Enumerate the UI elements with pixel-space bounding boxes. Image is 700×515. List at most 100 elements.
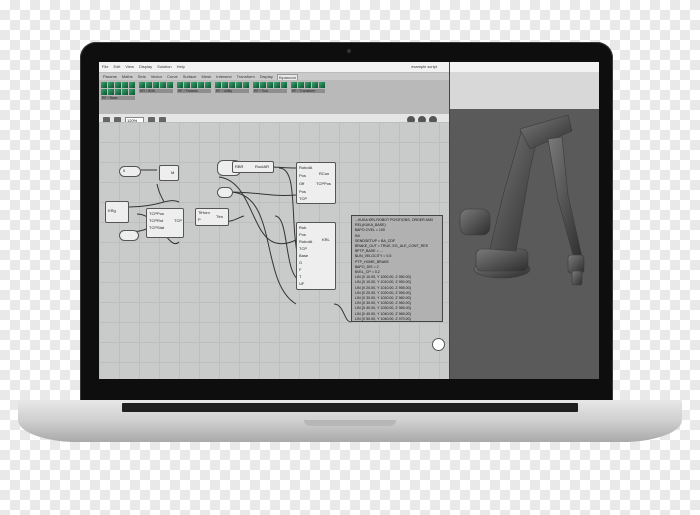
krl-output-panel[interactable]: ...KUKA KRL ROBOT POSITIONS, ORDER AND R… (351, 215, 443, 322)
ribbon-group-base: RF / Base (101, 82, 135, 112)
laptop-screen: File Edit View Display Solution Help exa… (99, 62, 599, 379)
port-ttm-out: Ttm (216, 214, 223, 219)
number-slider[interactable]: 0 (119, 166, 141, 177)
ribbon-label: RF / Utility (215, 89, 249, 93)
robot-forearm (547, 136, 583, 260)
grasshopper-window: File Edit View Display Solution Help exa… (99, 62, 450, 379)
menu-display[interactable]: Display (139, 64, 152, 69)
port-tcp-out: TCP (174, 218, 182, 223)
ribbon-group-ik: KR / IK/IK (139, 82, 173, 112)
ribbon-label: RF / Transform (291, 89, 325, 93)
tab-vector[interactable]: Vector (150, 74, 163, 79)
lid-notch (304, 420, 396, 426)
port-rob: Rob (299, 225, 307, 230)
component-krg[interactable]: KRg (105, 201, 129, 223)
tab-sets[interactable]: Sets (137, 74, 147, 79)
port-tcp-2: TCP (299, 246, 307, 251)
ribbon-group-transform: RF / Transform (291, 82, 325, 112)
robot-tool (571, 270, 583, 286)
port-pos: Pos (299, 173, 306, 178)
port-rcon: RCon (319, 171, 330, 176)
ribbon-group-tool: RF / Tool (253, 82, 287, 112)
robot-arm-model (459, 114, 585, 286)
ribbon-icons[interactable] (177, 82, 211, 88)
tab-params[interactable]: Params (102, 74, 118, 79)
port-pos-2: Pos (299, 189, 306, 194)
port-tcprot: TCPRot (149, 218, 164, 223)
menu-file[interactable]: File (102, 64, 108, 69)
panel-line: LIN {X 50.00, Y 1040.00, Z 970.00} (355, 316, 411, 321)
tab-display[interactable]: Display (259, 74, 274, 79)
port-tihorn: TiHorn (198, 210, 210, 215)
tab-kiparoom[interactable]: Kiparoom (276, 73, 298, 80)
port-pos-3: Pos (299, 232, 306, 237)
ribbon-icons[interactable] (215, 82, 249, 88)
webcam-icon (347, 49, 351, 53)
component-tabs: Params Maths Sets Vector Curve Surface M… (99, 73, 449, 80)
component-robot[interactable]: RobotA Pos Off Pos TCP RCon TCPPos (296, 162, 336, 204)
menu-help[interactable]: Help (177, 64, 185, 69)
port-robota-2: RobotA (299, 239, 313, 244)
ribbon-icons[interactable] (291, 82, 325, 88)
port-f: F (299, 267, 302, 272)
tab-surface[interactable]: Surface (182, 74, 198, 79)
port-uf: UF (299, 281, 305, 286)
viewport-toolbar (450, 72, 599, 109)
ribbon-label: KR / IK/IK (139, 89, 173, 93)
robot-turret (475, 248, 529, 272)
component-krg-label: KRg (108, 208, 116, 213)
port-p: P (198, 217, 201, 222)
robot-upper-arm (519, 114, 573, 150)
port-routar: RoutAR (255, 164, 270, 169)
slider-value: 0 (123, 168, 126, 173)
menu-edit[interactable]: Edit (113, 64, 120, 69)
window-title: example script (411, 64, 437, 69)
robot-wrist (567, 254, 585, 274)
viewport-titlebar (450, 62, 599, 72)
port-robota: RobotA (299, 165, 313, 170)
ribbon-group-utility: RF / Utility (215, 82, 249, 112)
tab-curve[interactable]: Curve (166, 74, 179, 79)
menu-view[interactable]: View (125, 64, 134, 69)
wire (128, 200, 180, 208)
wire (228, 191, 297, 305)
toggle-input-2[interactable] (217, 187, 233, 198)
component-m[interactable]: M (159, 165, 179, 181)
port-t: T (299, 274, 302, 279)
port-rbr: RBR (235, 164, 244, 169)
tab-intersect[interactable]: Intersect (215, 74, 232, 79)
ribbon-icons[interactable] (253, 82, 287, 88)
keyboard-hinge (122, 403, 578, 412)
port-tcppos: TCPPos (149, 211, 164, 216)
port-tcppos-out: TCPPos (316, 181, 331, 186)
component-ttm[interactable]: TiHorn P Ttm (195, 208, 229, 226)
component-tcp[interactable]: TCPPos TCPRot TCPStat TCP (146, 208, 184, 238)
port-base: Base (299, 253, 309, 258)
wire (156, 183, 165, 203)
tab-mesh[interactable]: Mesh (201, 74, 213, 79)
ribbon-icons[interactable] (139, 82, 173, 88)
port-krl-out: KRL (322, 237, 330, 242)
menu-solution[interactable]: Solution (157, 64, 171, 69)
component-ribbon: RF / Base KR / IK/IK RF / Params RF / Ut… (99, 80, 449, 114)
ribbon-group-params: RF / Params (177, 82, 211, 112)
menu-bar: File Edit View Display Solution Help (102, 64, 185, 69)
port-tcpstat: TCPStat (149, 225, 165, 230)
ribbon-label: RF / Base (101, 96, 135, 100)
toggle-input[interactable] (119, 230, 139, 241)
component-m-label: M (171, 170, 175, 175)
component-rbr[interactable]: RBR RoutAR (232, 161, 274, 173)
port-g: G (299, 260, 303, 265)
ribbon-icons[interactable] (101, 82, 135, 95)
tab-maths[interactable]: Maths (121, 74, 134, 79)
port-tcp: TCP (299, 196, 307, 201)
title-bar: File Edit View Display Solution Help exa… (99, 62, 449, 73)
tab-transform[interactable]: Transform (236, 74, 256, 79)
component-krl[interactable]: Rob Pos RobotA TCP Base G F T UF KRL (296, 222, 336, 290)
ribbon-label: RF / Params (177, 89, 211, 93)
ribbon-label: RF / Tool (253, 89, 287, 93)
rhino-viewport[interactable] (450, 62, 599, 379)
canvas-navigation-icon[interactable] (432, 338, 445, 351)
robot-counterweight (459, 208, 491, 236)
wire (333, 303, 352, 323)
